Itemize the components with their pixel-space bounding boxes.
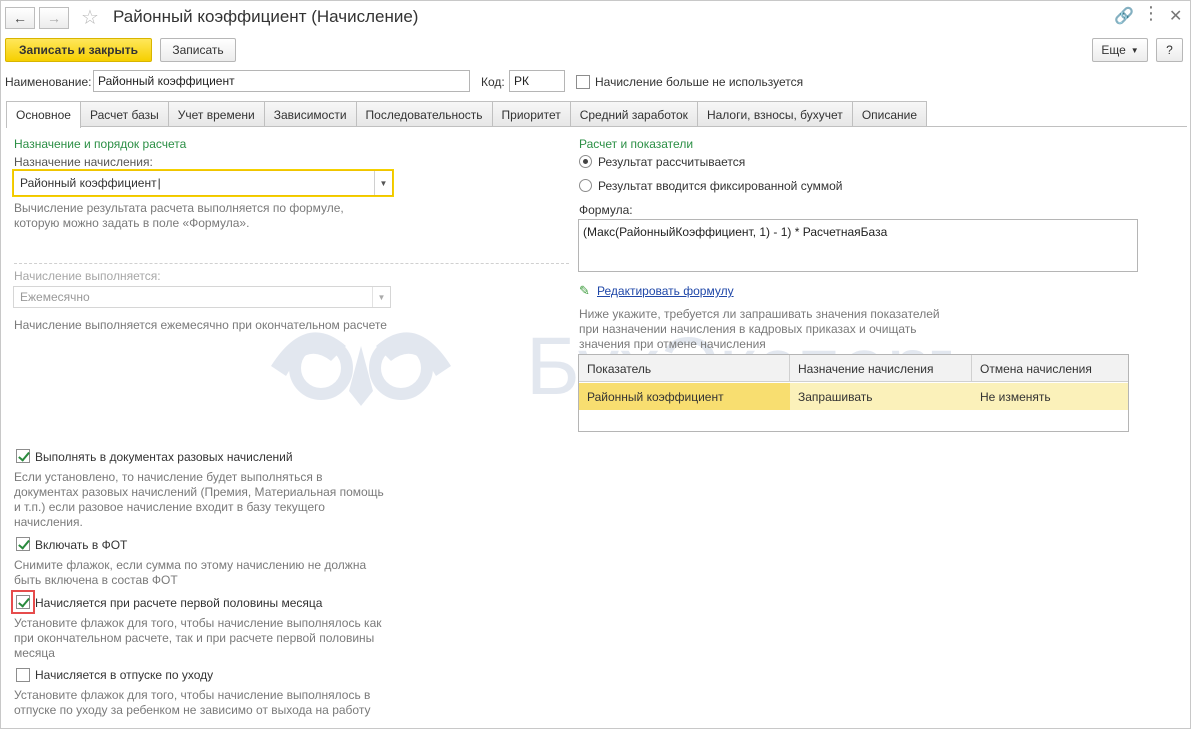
indicators-hint-line: Ниже укажите, требуется ли запрашивать з…	[579, 307, 940, 321]
first-half-hint-line: при окончательном расчете, так и при рас…	[14, 631, 375, 645]
table-row[interactable]: Районный коэффициент Запрашивать Не изме…	[579, 383, 1128, 410]
menu-dots-icon[interactable]: ⋮	[1142, 3, 1160, 24]
one-time-label: Выполнять в документах разовых начислени…	[35, 450, 293, 464]
table-header: Показатель Назначение начисления Отмена …	[579, 355, 1128, 382]
vacation-hint-line: Установите флажок для того, чтобы начисл…	[14, 688, 371, 702]
more-button-label: Еще	[1101, 43, 1126, 57]
column-header[interactable]: Показатель	[579, 355, 790, 382]
radio-calculated-label: Результат рассчитывается	[598, 155, 746, 169]
first-half-hint-line: месяца	[14, 646, 55, 660]
tab-bar: Основное Расчет базы Учет времени Зависи…	[6, 101, 928, 128]
forward-button[interactable]: →	[39, 7, 69, 29]
code-label: Код:	[481, 75, 505, 89]
arrow-right-icon: →	[47, 10, 61, 26]
form-window: ← → ☆ Районный коэффициент (Начисление) …	[0, 0, 1191, 729]
vacation-hint-line: отпуске по уходу за ребенком не зависимо…	[14, 703, 371, 717]
window-title: Районный коэффициент (Начисление)	[113, 7, 419, 26]
calc-section-title: Расчет и показатели	[579, 137, 694, 151]
one-time-hint-line: начисления.	[14, 515, 83, 529]
save-button[interactable]: Записать	[160, 38, 236, 62]
dropdown-arrow-icon[interactable]: ▼	[374, 171, 392, 195]
purpose-section-title: Назначение и порядок расчета	[14, 137, 187, 151]
purpose-label: Назначение начисления:	[14, 155, 153, 169]
help-button[interactable]: ?	[1156, 38, 1183, 62]
radio-fixed-sum[interactable]	[579, 179, 592, 192]
indicators-hint: Ниже укажите, требуется ли запрашивать з…	[579, 307, 940, 352]
fot-label: Включать в ФОТ	[35, 538, 128, 552]
vacation-label: Начисляется в отпуске по уходу	[35, 668, 214, 682]
tab-main[interactable]: Основное	[6, 101, 81, 128]
one-time-hint: Если установлено, то начисление будет вы…	[14, 470, 384, 530]
one-time-hint-line: и т.п.) если разовое начисление входит в…	[14, 500, 325, 514]
one-time-hint-line: Если установлено, то начисление будет вы…	[14, 470, 323, 484]
not-used-label: Начисление больше не используется	[595, 75, 804, 89]
more-button[interactable]: Еще ▼	[1092, 38, 1148, 62]
radio-fixed-sum-label: Результат вводится фиксированной суммой	[598, 179, 843, 193]
tab-time-accounting[interactable]: Учет времени	[167, 101, 265, 127]
one-time-hint-line: документах разовых начислений (Премия, М…	[14, 485, 384, 499]
indicators-table: Показатель Назначение начисления Отмена …	[578, 354, 1129, 432]
favorite-star-icon[interactable]: ☆	[81, 5, 99, 30]
vacation-hint: Установите флажок для того, чтобы начисл…	[14, 688, 370, 718]
fot-hint: Снимите флажок, если сумма по этому начи…	[14, 558, 366, 588]
purpose-hint-line: Вычисление результата расчета выполняетс…	[14, 201, 344, 215]
back-button[interactable]: ←	[5, 7, 35, 29]
fot-checkbox[interactable]	[16, 537, 30, 551]
edit-formula-link[interactable]: Редактировать формулу	[597, 284, 734, 298]
first-half-label: Начисляется при расчете первой половины …	[35, 596, 323, 610]
indicators-hint-line: при назначении начисления в кадровых при…	[579, 322, 917, 336]
purpose-hint: Вычисление результата расчета выполняетс…	[14, 201, 344, 231]
table-cell[interactable]: Не изменять	[972, 383, 1130, 410]
formula-label: Формула:	[579, 203, 633, 217]
section-separator	[14, 263, 569, 264]
name-label: Наименование:	[5, 75, 92, 89]
name-field[interactable]: Районный коэффициент	[93, 70, 470, 92]
text-caret: |	[157, 176, 161, 190]
formula-field[interactable]: (Макс(РайонныйКоэффициент, 1) - 1) * Рас…	[578, 219, 1138, 272]
tab-description[interactable]: Описание	[851, 101, 928, 127]
purpose-select-value: Районный коэффициент	[20, 176, 157, 190]
tab-sequence[interactable]: Последовательность	[355, 101, 493, 127]
fot-hint-line: Снимите флажок, если сумма по этому начи…	[14, 558, 367, 572]
first-half-hint: Установите флажок для того, чтобы начисл…	[14, 616, 382, 661]
table-cell[interactable]: Районный коэффициент	[579, 383, 790, 410]
arrow-left-icon: ←	[13, 10, 27, 26]
chevron-down-icon: ▼	[1130, 45, 1139, 55]
code-field[interactable]: РК	[509, 70, 565, 92]
link-icon[interactable]: 🔗	[1114, 6, 1134, 26]
close-icon[interactable]: ✕	[1169, 6, 1182, 26]
indicators-hint-line: значения при отмене начисления	[579, 337, 766, 351]
pencil-icon: ✎	[579, 283, 590, 298]
period-label: Начисление выполняется:	[14, 269, 161, 283]
column-header[interactable]: Отмена начисления	[972, 355, 1130, 382]
vacation-checkbox[interactable]	[16, 668, 30, 682]
first-half-hint-line: Установите флажок для того, чтобы начисл…	[14, 616, 382, 630]
tab-average-earnings[interactable]: Средний заработок	[569, 101, 698, 127]
tab-base-calc[interactable]: Расчет базы	[79, 101, 169, 127]
tab-dependencies[interactable]: Зависимости	[263, 101, 357, 127]
period-select-value: Ежемесячно	[20, 290, 90, 304]
tab-priority[interactable]: Приоритет	[491, 101, 571, 127]
one-time-checkbox[interactable]	[16, 449, 30, 463]
column-header[interactable]: Назначение начисления	[790, 355, 972, 382]
tab-divider	[6, 126, 1187, 127]
not-used-checkbox[interactable]	[576, 75, 590, 89]
purpose-select[interactable]: Районный коэффициент | ▼	[13, 170, 393, 196]
tab-taxes[interactable]: Налоги, взносы, бухучет	[696, 101, 853, 127]
save-and-close-button[interactable]: Записать и закрыть	[5, 38, 152, 62]
period-hint: Начисление выполняется ежемесячно при ок…	[14, 318, 387, 332]
period-select: Ежемесячно ▼	[13, 286, 391, 308]
fot-hint-line: быть включена в состав ФОТ	[14, 573, 178, 587]
table-cell[interactable]: Запрашивать	[790, 383, 972, 410]
purpose-hint-line: которую можно задать в поле «Формула».	[14, 216, 250, 230]
radio-calculated[interactable]	[579, 155, 592, 168]
first-half-checkbox[interactable]	[16, 595, 30, 609]
dropdown-arrow-icon: ▼	[372, 287, 390, 307]
